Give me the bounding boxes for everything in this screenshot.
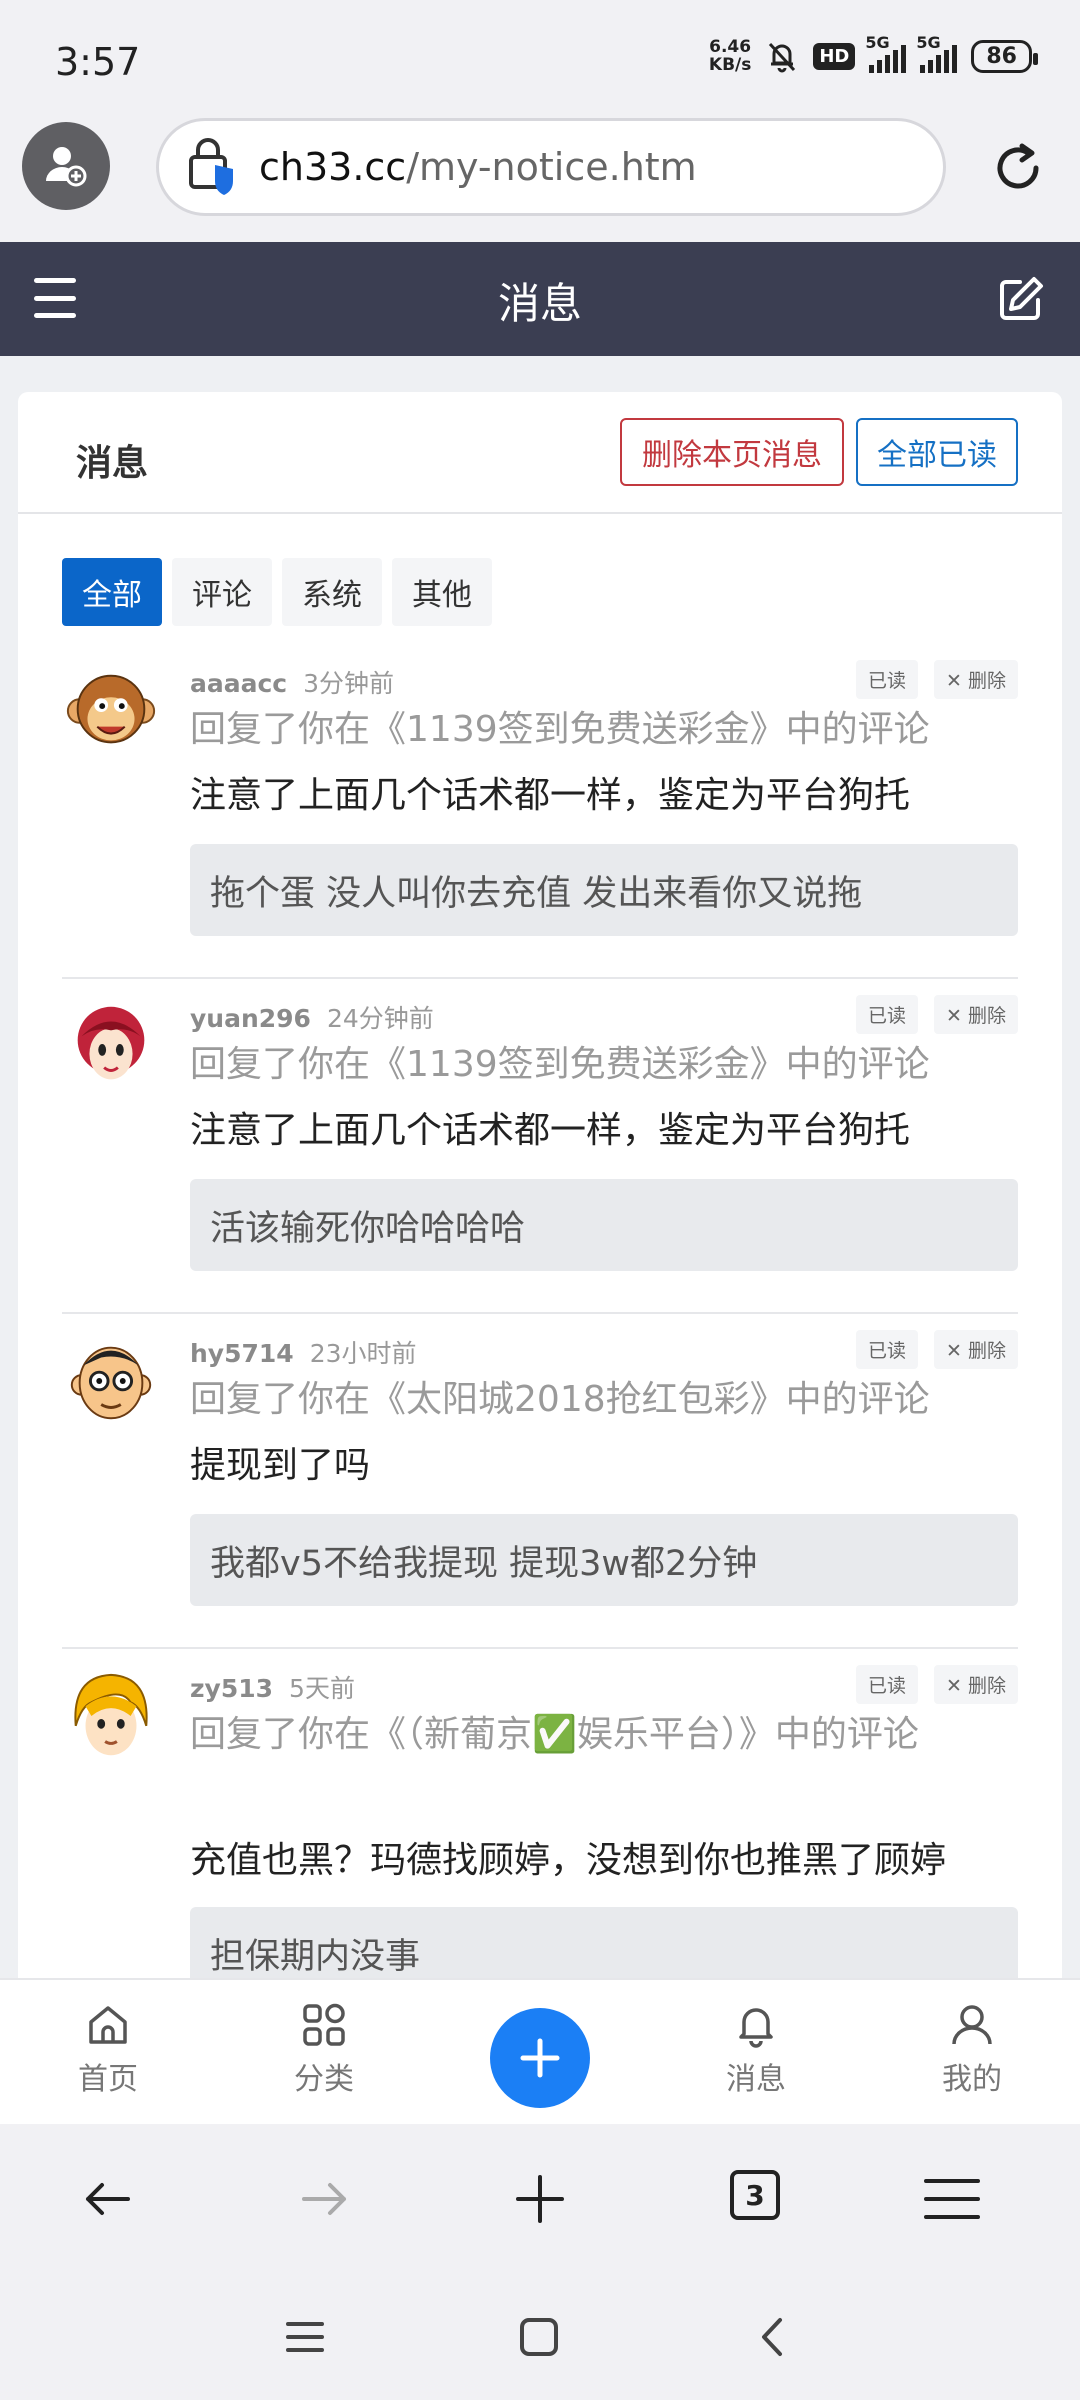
browser-url-bar: ch33.cc/my-notice.htm: [0, 118, 1080, 242]
reply-comment[interactable]: 注意了上面几个话术都一样，鉴定为平台狗托: [190, 1105, 1018, 1157]
signal-1-icon: 5G: [865, 33, 907, 73]
hd-badge: HD: [813, 42, 856, 70]
reply-comment[interactable]: 充值也黑？玛德找顾婷，没想到你也推黑了顾婷: [190, 1835, 1018, 1887]
recent-apps-icon[interactable]: [282, 2314, 328, 2360]
app-header: 消息: [0, 242, 1080, 356]
browser-toolbar: 3: [0, 2124, 1080, 2274]
tab-system[interactable]: 系统: [282, 558, 382, 626]
forward-arrow-icon[interactable]: [294, 2169, 354, 2229]
card-header: 消息 删除本页消息 全部已读: [18, 392, 1062, 514]
notice-tabs: 全部 评论 系统 其他: [62, 558, 492, 626]
close-icon: ✕: [946, 1005, 968, 1027]
bell-icon: [739, 2008, 773, 2048]
timestamp: 5天前: [289, 1674, 355, 1703]
user-avatar[interactable]: [62, 997, 160, 1095]
profile-button[interactable]: [22, 122, 110, 210]
tab-comments[interactable]: 评论: [172, 558, 272, 626]
delete-page-messages-button[interactable]: 删除本页消息: [620, 418, 844, 486]
menu-lines-icon[interactable]: [922, 2169, 982, 2229]
close-icon: ✕: [946, 1675, 968, 1697]
delete-button[interactable]: ✕ 删除: [934, 1665, 1018, 1704]
username[interactable]: yuan296: [190, 1004, 311, 1033]
list-item: hy5714 23小时前 已读 ✕ 删除 回复了你在《太阳城2018抢红包彩》中的…: [62, 1314, 1018, 1649]
list-item: zy513 5天前 已读 ✕ 删除 回复了你在《（新葡京✅娱乐平台）》中的评论 充…: [62, 1649, 1018, 2012]
notice-list: aaaacc 3分钟前 已读 ✕ 删除 回复了你在《1139签到免费送彩金》中的评…: [18, 644, 1062, 2012]
mark-read-button[interactable]: 已读: [855, 995, 918, 1034]
edit-icon[interactable]: [996, 274, 1046, 324]
status-time: 3:57: [55, 40, 141, 84]
nav-home[interactable]: 首页: [48, 2002, 168, 2098]
user-avatar[interactable]: [62, 662, 160, 760]
article-link[interactable]: 《1139签到免费送彩金》: [370, 709, 786, 750]
nav-messages[interactable]: 消息: [696, 2002, 816, 2098]
reply-summary: 回复了你在《1139签到免费送彩金》中的评论: [190, 709, 930, 750]
home-square-icon[interactable]: [516, 2314, 562, 2360]
tab-all[interactable]: 全部: [62, 558, 162, 626]
reply-summary: 回复了你在《（新葡京✅娱乐平台）》中的评论: [190, 1714, 919, 1755]
page-title: 消息: [497, 279, 582, 328]
article-link[interactable]: 《（新葡京✅娱乐平台）》: [370, 1714, 775, 1755]
user-add-icon: [46, 147, 87, 187]
nav-mine[interactable]: 我的: [912, 2002, 1032, 2098]
new-tab-icon[interactable]: [510, 2169, 570, 2229]
reply-comment[interactable]: 提现到了吗: [190, 1440, 1018, 1492]
user-avatar[interactable]: [62, 1332, 160, 1430]
timestamp: 23小时前: [309, 1339, 417, 1368]
article-link[interactable]: 《太阳城2018抢红包彩》: [370, 1379, 786, 1420]
timestamp: 24分钟前: [326, 1004, 434, 1033]
mark-read-button[interactable]: 已读: [855, 1330, 918, 1369]
add-post-button[interactable]: [490, 2008, 590, 2108]
secure-lock-icon: [189, 138, 233, 195]
mark-read-button[interactable]: 已读: [855, 660, 918, 699]
system-nav-bar: [0, 2274, 1080, 2400]
reply-summary: 回复了你在《太阳城2018抢红包彩》中的评论: [190, 1379, 930, 1420]
username[interactable]: zy513: [190, 1674, 273, 1703]
home-icon: [89, 2006, 127, 2044]
reply-comment[interactable]: 注意了上面几个话术都一样，鉴定为平台狗托: [190, 770, 1018, 822]
back-arrow-icon[interactable]: [78, 2169, 138, 2229]
status-bar: 3:57 6.46 KB/s HD 5G 5G 86: [0, 0, 1080, 118]
username[interactable]: aaaacc: [190, 669, 287, 698]
delete-button[interactable]: ✕ 删除: [934, 995, 1018, 1034]
tab-other[interactable]: 其他: [392, 558, 492, 626]
close-icon: ✕: [946, 670, 968, 692]
delete-button[interactable]: ✕ 删除: [934, 1330, 1018, 1369]
grid-icon: [303, 2003, 345, 2046]
plus-icon: [520, 2038, 560, 2078]
user-avatar[interactable]: [62, 1667, 160, 1765]
article-link[interactable]: 《1139签到免费送彩金》: [370, 1044, 786, 1085]
card-title: 消息: [76, 443, 149, 484]
back-chevron-icon[interactable]: [750, 2314, 796, 2360]
quoted-comment: 我都v5不给我提现 提现3w都2分钟: [190, 1514, 1018, 1606]
signal-2-icon: 5G: [916, 33, 958, 73]
close-icon: ✕: [946, 1340, 968, 1362]
url-path: /my-notice.htm: [406, 145, 697, 189]
refresh-icon[interactable]: [988, 138, 1048, 198]
username[interactable]: hy5714: [190, 1339, 294, 1368]
timestamp: 3分钟前: [303, 669, 395, 698]
url-host: ch33.cc: [259, 145, 407, 189]
network-speed: 6.46 KB/s: [708, 37, 752, 75]
quoted-comment: 拖个蛋 没人叫你去充值 发出来看你又说拖: [190, 844, 1018, 936]
mark-all-read-button[interactable]: 全部已读: [856, 418, 1018, 486]
list-item: aaaacc 3分钟前 已读 ✕ 删除 回复了你在《1139签到免费送彩金》中的评…: [62, 644, 1018, 979]
user-icon: [952, 2005, 992, 2045]
quoted-comment: 活该输死你哈哈哈哈: [190, 1179, 1018, 1271]
reply-summary: 回复了你在《1139签到免费送彩金》中的评论: [190, 1044, 930, 1085]
nav-category[interactable]: 分类: [264, 2002, 384, 2098]
list-item: yuan296 24分钟前 已读 ✕ 删除 回复了你在《1139签到免费送彩金》中…: [62, 979, 1018, 1314]
delete-button[interactable]: ✕ 删除: [934, 660, 1018, 699]
tab-count-button[interactable]: 3: [730, 2170, 780, 2220]
battery-indicator: 86: [971, 39, 1038, 73]
notice-card: 消息 删除本页消息 全部已读 全部 评论 系统 其他 aaaacc 3分钟前 已读: [18, 392, 1062, 2012]
url-field[interactable]: ch33.cc/my-notice.htm: [156, 118, 946, 216]
app-bottom-nav: 首页 分类 消息 我的: [0, 1978, 1080, 2124]
status-icons: 6.46 KB/s HD 5G 5G 86: [708, 33, 1038, 75]
bell-off-icon: [769, 42, 796, 73]
mark-read-button[interactable]: 已读: [855, 1665, 918, 1704]
